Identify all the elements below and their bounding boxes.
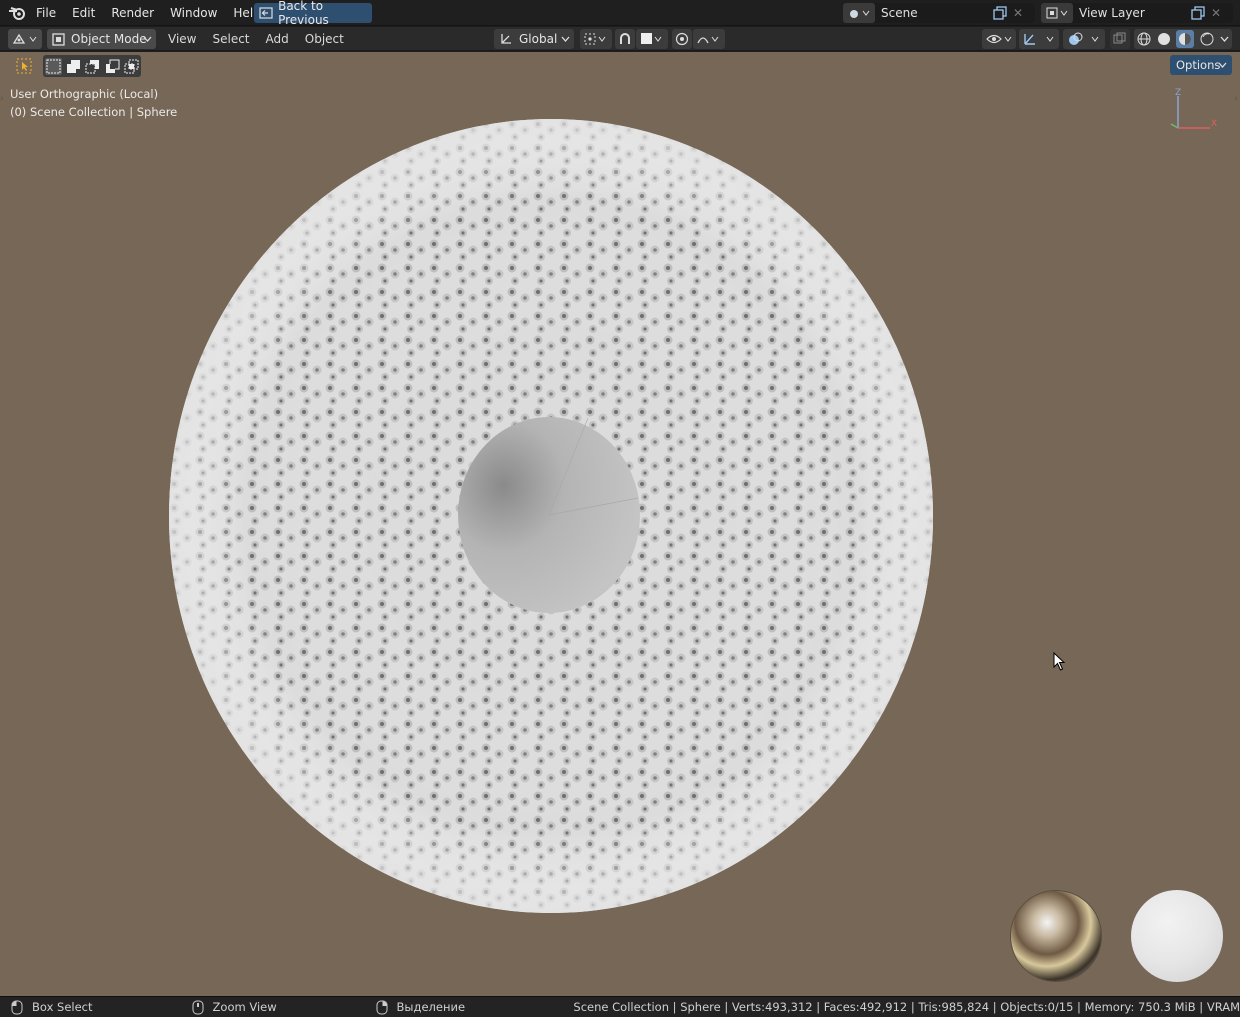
options-label: Options (1176, 58, 1221, 72)
back-to-previous-label: Back to Previous (278, 0, 329, 27)
cursor-select-icon (16, 58, 32, 74)
select-difference-icon[interactable] (105, 59, 120, 74)
overlays-dropdown[interactable] (1063, 29, 1105, 49)
scene-type-button[interactable] (843, 3, 875, 23)
rendered-shading-icon[interactable] (1200, 32, 1214, 46)
gizmo-z-label: Z (1175, 88, 1181, 98)
mode-label: Object Mode (71, 32, 147, 46)
solid-shading-icon[interactable] (1157, 32, 1171, 46)
editor-type-button[interactable] (8, 29, 42, 49)
scene-statistics: Scene Collection | Sphere | Verts:493,31… (573, 1000, 1240, 1014)
chevron-down-icon (1218, 62, 1227, 68)
menu-add[interactable]: Add (258, 32, 297, 46)
menu-edit[interactable]: Edit (64, 6, 103, 20)
pivot-icon (584, 32, 608, 46)
overlays-icon (1068, 32, 1100, 46)
back-arrow-icon (258, 6, 273, 20)
scene-icon (848, 6, 870, 20)
xray-toggle[interactable] (1110, 29, 1130, 49)
header-menus: View Select Add Object (160, 27, 352, 51)
gizmo-x-label: X (1211, 119, 1217, 129)
orientation-icon (499, 32, 513, 46)
gizmo-dropdown[interactable] (1019, 29, 1059, 49)
menu-file[interactable]: File (28, 6, 64, 20)
sphere-object[interactable] (168, 118, 934, 915)
menu-select[interactable]: Select (204, 32, 257, 46)
status-right-action: Выделение (396, 1000, 466, 1014)
wireframe-shading-icon[interactable] (1137, 32, 1151, 46)
chevron-down-icon (143, 36, 152, 42)
duplicate-scene-icon[interactable] (991, 6, 1009, 20)
transform-orientation-label: Global (519, 32, 558, 46)
view-name-label: User Orthographic (Local) (10, 87, 159, 101)
select-subtract-icon[interactable] (85, 59, 100, 74)
select-new-icon[interactable] (45, 57, 63, 75)
eye-icon (986, 32, 1012, 46)
mouse-middle-icon (191, 1000, 205, 1015)
snap-target-dropdown[interactable] (636, 29, 668, 49)
options-dropdown[interactable]: Options (1170, 55, 1232, 75)
mode-dropdown[interactable]: Object Mode (47, 29, 156, 49)
mouse-right-icon (375, 1000, 389, 1015)
toolbar-expand-icon[interactable]: › (0, 94, 4, 104)
sidebar-expand-icon[interactable]: ‹ (1234, 94, 1238, 104)
view-layer-type-button[interactable] (1041, 3, 1073, 23)
mouse-left-icon (10, 1000, 24, 1015)
material-preview-icon[interactable] (1176, 30, 1195, 48)
select-mode-group (43, 55, 141, 77)
pivot-point-dropdown[interactable] (580, 29, 612, 49)
status-left-action: Box Select (32, 1000, 93, 1014)
menu-render[interactable]: Render (103, 6, 162, 20)
view-layer-selector[interactable]: View Layer ✕ (1041, 3, 1233, 23)
select-intersect-icon[interactable] (124, 59, 139, 74)
proportional-editing-toggle[interactable] (672, 29, 692, 49)
close-scene-icon[interactable]: ✕ (1009, 6, 1027, 20)
hdri-reflective-sphere (1011, 891, 1101, 981)
blender-logo-icon[interactable] (8, 5, 26, 21)
view-layer-name[interactable]: View Layer (1079, 6, 1189, 20)
gizmo-icon (1023, 32, 1055, 46)
chevron-down-icon[interactable] (1220, 36, 1229, 42)
shading-mode-group (1134, 29, 1232, 49)
object-mode-icon (52, 32, 65, 46)
collection-info-label: (0) Scene Collection | Sphere (10, 105, 178, 119)
scene-name[interactable]: Scene (881, 6, 991, 20)
select-tool-button[interactable] (13, 56, 35, 76)
viewport-header: Object Mode View Select Add Object Globa… (0, 27, 1240, 51)
menu-window[interactable]: Window (162, 6, 225, 20)
menu-object[interactable]: Object (297, 32, 352, 46)
view-layer-icon (1046, 6, 1068, 20)
close-view-layer-icon[interactable]: ✕ (1207, 6, 1225, 20)
select-extend-icon[interactable] (66, 59, 81, 74)
scene-selector[interactable]: Scene ✕ (843, 3, 1035, 23)
main-menu: File Edit Render Window Help (28, 0, 269, 26)
viewport-editor-icon (12, 32, 38, 46)
falloff-curve-icon (697, 32, 721, 46)
hdri-diffuse-sphere (1131, 890, 1223, 982)
mouse-cursor-icon (1053, 652, 1067, 672)
duplicate-view-layer-icon[interactable] (1189, 6, 1207, 20)
magnet-icon (618, 32, 632, 46)
xray-icon (1113, 32, 1127, 46)
3d-viewport[interactable]: Options User Orthographic (Local) (0) Sc… (0, 52, 1240, 996)
transform-orientation-dropdown[interactable]: Global (494, 29, 574, 49)
chevron-down-icon (561, 36, 570, 42)
status-bar: Box Select Zoom View Выделение Scene Col… (0, 996, 1240, 1017)
proportional-falloff-dropdown[interactable] (693, 29, 725, 49)
snap-toggle[interactable] (615, 29, 635, 49)
snap-increment-icon (640, 32, 664, 46)
object-visibility-dropdown[interactable] (982, 29, 1016, 49)
navigation-gizmo[interactable]: Z X (1166, 88, 1220, 132)
back-to-previous-button[interactable]: Back to Previous (254, 0, 372, 27)
top-bar: File Edit Render Window Help Back to Pre… (0, 0, 1240, 27)
proportional-icon (675, 32, 689, 46)
menu-view[interactable]: View (160, 32, 204, 46)
status-middle-action: Zoom View (212, 1000, 277, 1014)
